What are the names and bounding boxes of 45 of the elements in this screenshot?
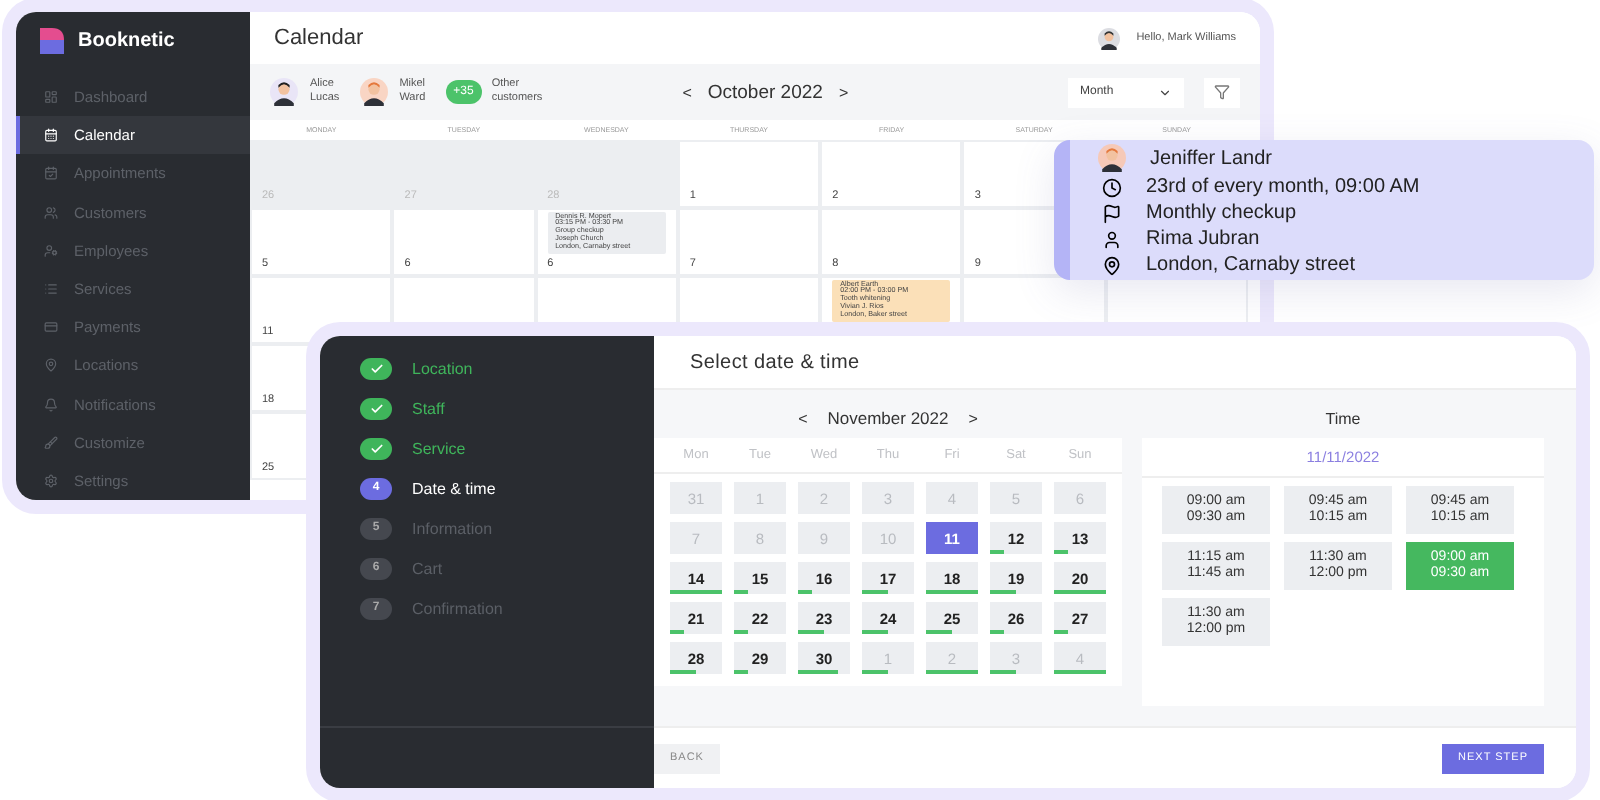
dashboard-icon	[44, 90, 58, 105]
next-month-button[interactable]: >	[838, 83, 849, 101]
detail-text: 23rd of every month, 09:00 AM	[1146, 176, 1420, 198]
flag-icon	[1102, 203, 1122, 223]
section-title: Select date & time	[690, 351, 860, 373]
check-icon	[369, 401, 383, 415]
detail-text: Rima Jubran	[1146, 228, 1260, 250]
card-icon	[44, 320, 58, 335]
customer-avatar	[1098, 144, 1126, 172]
caret-icon	[1158, 85, 1172, 99]
user-gear-icon	[44, 243, 58, 258]
page-title: Calendar	[274, 26, 364, 50]
month-label: October 2022	[707, 81, 823, 103]
next-month-button[interactable]: >	[968, 409, 978, 427]
map-pin-icon	[44, 358, 58, 373]
user-icon	[1102, 229, 1122, 249]
logo-icon	[40, 28, 64, 54]
month-label: November 2022	[827, 408, 949, 428]
prev-month-button[interactable]: <	[798, 409, 808, 427]
step-label[interactable]: Location	[412, 359, 473, 377]
customer-name: Jeniffer Landr	[1150, 147, 1272, 169]
filter-button[interactable]	[1204, 77, 1240, 107]
brush-icon	[44, 435, 58, 450]
detail-text: Monthly checkup	[1146, 202, 1297, 224]
brand-name: Booknetic	[78, 30, 175, 52]
step-label[interactable]: Staff	[412, 399, 445, 417]
staff-avatar	[359, 78, 388, 106]
calendar-check-icon	[44, 166, 58, 181]
user-avatar	[1098, 27, 1121, 49]
time-heading: Time	[1325, 409, 1361, 427]
check-icon	[369, 361, 383, 375]
step-label[interactable]: Service	[412, 439, 466, 457]
filter-icon	[1214, 84, 1230, 100]
prev-month-button[interactable]: <	[682, 83, 692, 101]
clock-icon	[1102, 177, 1122, 197]
users-icon	[44, 205, 58, 220]
map-pin-icon	[1102, 255, 1122, 275]
staff-avatar	[270, 78, 298, 106]
settings-icon	[44, 473, 58, 488]
calendar-icon	[44, 128, 58, 143]
step-label[interactable]: Date & time	[412, 479, 496, 497]
bell-icon	[44, 397, 58, 412]
check-icon	[369, 441, 383, 455]
detail-text: London, Carnaby street	[1146, 254, 1356, 276]
list-icon	[44, 282, 58, 297]
